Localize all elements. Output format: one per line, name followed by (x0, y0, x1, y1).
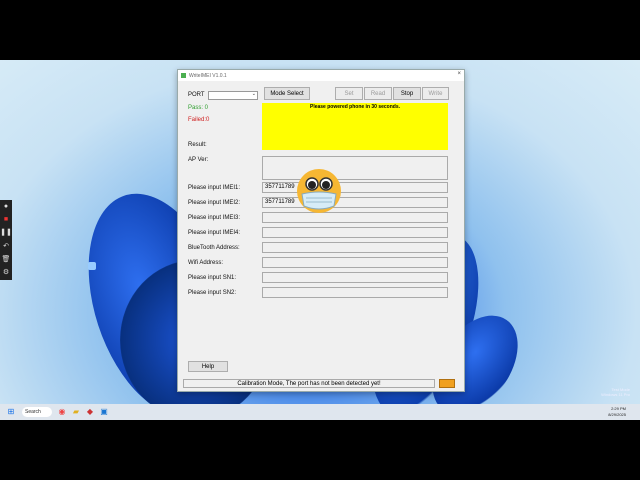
imei1-label: Please input IMEI1: (188, 185, 241, 191)
status-bar: Calibration Mode, The port has not been … (183, 379, 435, 388)
help-button[interactable]: Help (188, 361, 228, 372)
system-clock[interactable]: 2:29 PM 8/29/2025 (608, 406, 626, 418)
close-icon[interactable]: × (457, 71, 461, 77)
imei3-input[interactable] (262, 212, 448, 223)
folder-icon[interactable]: ▰ (71, 407, 81, 417)
undo-icon[interactable]: ↶ (3, 243, 9, 251)
imei2-label: Please input IMEI2: (188, 200, 241, 206)
status-indicator (439, 379, 455, 388)
port-select[interactable]: ⌄ (208, 91, 258, 100)
title-bar[interactable]: WriteIMEI V1.0.1 × (178, 70, 464, 81)
clock-date: 8/29/2025 (608, 412, 626, 417)
wifi-input[interactable] (262, 257, 448, 268)
message-banner: Please powered phone in 30 seconds. (262, 103, 448, 150)
ap-ver-label: AP Ver: (188, 157, 209, 163)
stop-button[interactable]: Stop (393, 87, 421, 100)
chevron-down-icon[interactable]: ⌄ (252, 91, 256, 97)
desktop-shortcut-icon[interactable] (88, 262, 96, 270)
ap-ver-field (262, 156, 448, 180)
bluetooth-label: BlueTooth Address: (188, 245, 240, 251)
failed-count: Failed:0 (188, 117, 210, 123)
sn1-label: Please input SN1: (188, 275, 237, 281)
face-mask-emoji-sticker (297, 169, 341, 213)
taskbar: ⊞ Search ◉ ▰ ◆ ▣ 2:29 PM 8/29/2025 (0, 404, 640, 420)
pause-icon[interactable]: ❚❚ (0, 229, 12, 237)
window-icon[interactable]: ▣ (99, 407, 109, 417)
imei1-input[interactable]: 357711789 (262, 182, 448, 193)
trash-icon[interactable]: 🗑 (2, 256, 11, 264)
app-icon (181, 73, 186, 78)
stop-icon[interactable]: ■ (4, 216, 8, 224)
recorder-toolbar: ● ■ ❚❚ ↶ 🗑 ⚙ (0, 200, 12, 280)
record-icon[interactable]: ● (4, 203, 8, 211)
sn2-input[interactable] (262, 287, 448, 298)
message-text: Please powered phone in 30 seconds. (309, 104, 401, 110)
taskbar-search[interactable]: Search (22, 407, 52, 417)
bluetooth-input[interactable] (262, 242, 448, 253)
pass-count: Pass: 0 (188, 105, 209, 111)
app-window: WriteIMEI V1.0.1 × PORT ⌄ Mode Select Se… (177, 69, 465, 392)
start-icon[interactable]: ⊞ (6, 407, 16, 417)
write-button[interactable]: Write (422, 87, 449, 100)
set-button[interactable]: Set (335, 87, 363, 100)
imei3-label: Please input IMEI3: (188, 215, 241, 221)
imei2-input[interactable]: 357711789 (262, 197, 448, 208)
sn1-input[interactable] (262, 272, 448, 283)
read-button[interactable]: Read (364, 87, 392, 100)
port-label: PORT (188, 92, 205, 98)
imei4-input[interactable] (262, 227, 448, 238)
chrome-icon[interactable]: ◉ (57, 407, 67, 417)
watermark-line: Windows 11 Pro (601, 392, 630, 397)
result-label: Result: (188, 142, 207, 148)
imei4-label: Please input IMEI4: (188, 230, 241, 236)
app-icon[interactable]: ◆ (85, 407, 95, 417)
sn2-label: Please input SN2: (188, 290, 237, 296)
settings-icon[interactable]: ⚙ (3, 269, 9, 277)
test-mode-watermark: Test Mode Windows 11 Pro (601, 387, 630, 397)
window-title: WriteIMEI V1.0.1 (189, 72, 227, 79)
mode-select-button[interactable]: Mode Select (264, 87, 310, 100)
wifi-label: Wifi Address: (188, 260, 224, 266)
